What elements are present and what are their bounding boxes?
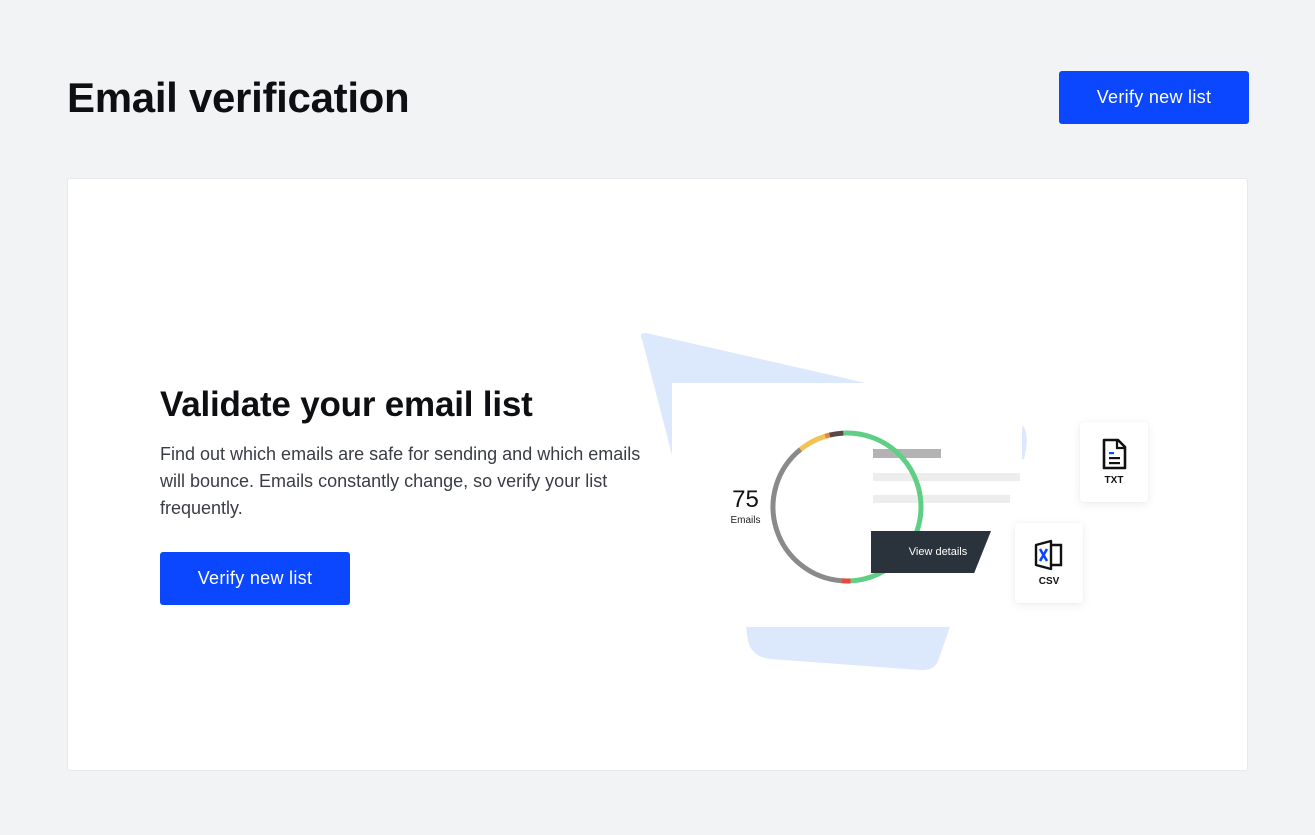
csv-file-label: CSV: [1038, 576, 1060, 587]
page-title: Email verification: [67, 74, 410, 121]
spreadsheet-file-icon: [1034, 539, 1063, 571]
placeholder-line: [873, 473, 1020, 481]
placeholder-line: [873, 449, 941, 458]
illustration-background-shape-bottom: [746, 627, 950, 671]
ring-segment: [824, 432, 831, 439]
placeholder-line: [873, 495, 1010, 503]
ring-segment: [828, 430, 844, 438]
txt-file-card: TXT: [1080, 422, 1148, 502]
header-verify-new-list-button[interactable]: Verify new list: [1059, 71, 1249, 124]
card-title: Validate your email list: [160, 385, 533, 424]
view-details-button: View details: [871, 531, 991, 573]
card-verify-new-list-button[interactable]: Verify new list: [160, 552, 350, 605]
empty-state-card: Validate your email list Find out which …: [67, 178, 1248, 771]
txt-file-icon: [1102, 438, 1127, 470]
csv-file-card: CSV: [1015, 523, 1083, 603]
ring-count: 75: [732, 486, 759, 513]
txt-file-label: TXT: [1104, 475, 1124, 486]
card-description: Find out which emails are safe for sendi…: [160, 444, 641, 518]
ring-label: Emails: [730, 515, 761, 526]
